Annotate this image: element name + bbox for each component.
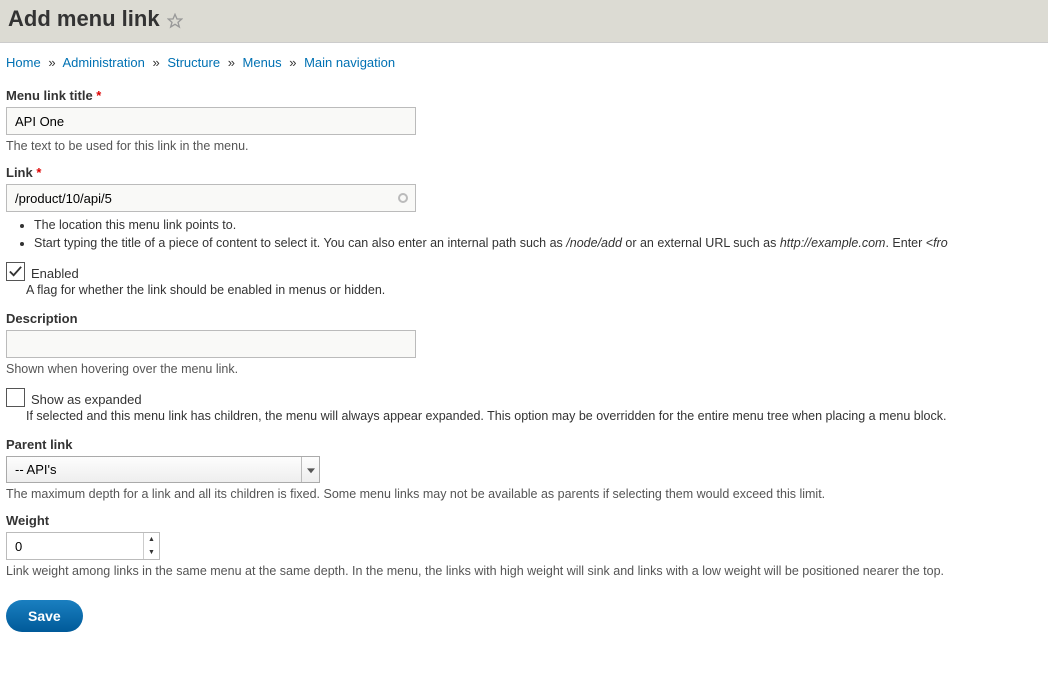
breadcrumb-sep: »	[48, 55, 55, 70]
header-bar: Add menu link	[0, 0, 1048, 43]
field-expanded: Show as expanded If selected and this me…	[6, 388, 1042, 423]
weight-help: Link weight among links in the same menu…	[6, 564, 1042, 578]
breadcrumb-administration[interactable]: Administration	[62, 55, 144, 70]
enabled-checkbox[interactable]	[6, 262, 25, 281]
link-help-item: The location this menu link points to.	[34, 218, 1042, 232]
field-description: Description Shown when hovering over the…	[6, 311, 1042, 376]
weight-label: Weight	[6, 513, 1042, 528]
field-link: Link * The location this menu link point…	[6, 165, 1042, 250]
breadcrumb-home[interactable]: Home	[6, 55, 41, 70]
menu-link-title-label: Menu link title *	[6, 88, 1042, 103]
spinner-up-icon[interactable]: ▲	[144, 533, 159, 546]
weight-input[interactable]	[6, 532, 160, 560]
breadcrumb-sep: »	[152, 55, 159, 70]
breadcrumb-sep: »	[228, 55, 235, 70]
link-label: Link *	[6, 165, 1042, 180]
link-help-item: Start typing the title of a piece of con…	[34, 236, 1042, 250]
help-text: . Enter	[885, 236, 925, 250]
parent-link-select[interactable]: -- API's	[6, 456, 320, 483]
field-parent-link: Parent link -- API's The maximum depth f…	[6, 437, 1042, 501]
content-region: Home » Administration » Structure » Menu…	[0, 43, 1048, 644]
menu-link-title-help: The text to be used for this link in the…	[6, 139, 1042, 153]
parent-link-help: The maximum depth for a link and all its…	[6, 487, 1042, 501]
expanded-label: Show as expanded	[31, 392, 142, 407]
save-button[interactable]: Save	[6, 600, 83, 632]
enabled-help: A flag for whether the link should be en…	[26, 283, 1042, 297]
link-help-list: The location this menu link points to. S…	[34, 218, 1042, 250]
description-input[interactable]	[6, 330, 416, 358]
help-text: or an external URL such as	[622, 236, 780, 250]
menu-link-title-input[interactable]	[6, 107, 416, 135]
breadcrumb: Home » Administration » Structure » Menu…	[6, 55, 1042, 70]
label-text: Menu link title	[6, 88, 93, 103]
number-spinner: ▲ ▼	[143, 533, 159, 559]
link-input[interactable]	[6, 184, 416, 212]
breadcrumb-structure[interactable]: Structure	[167, 55, 220, 70]
help-em: http://example.com	[780, 236, 886, 250]
breadcrumb-sep: »	[289, 55, 296, 70]
field-weight: Weight ▲ ▼ Link weight among links in th…	[6, 513, 1042, 578]
page-title: Add menu link	[8, 6, 160, 32]
autocomplete-throbber-icon	[398, 193, 408, 203]
breadcrumb-menus[interactable]: Menus	[243, 55, 282, 70]
help-em: <fro	[926, 236, 948, 250]
expanded-help: If selected and this menu link has child…	[26, 409, 1042, 423]
enabled-label: Enabled	[31, 266, 79, 281]
help-em: /node/add	[566, 236, 622, 250]
breadcrumb-main-navigation[interactable]: Main navigation	[304, 55, 395, 70]
description-help: Shown when hovering over the menu link.	[6, 362, 1042, 376]
label-text: Link	[6, 165, 33, 180]
required-marker: *	[96, 88, 101, 103]
favorite-star-icon[interactable]	[167, 13, 183, 32]
spinner-down-icon[interactable]: ▼	[144, 546, 159, 559]
field-menu-link-title: Menu link title * The text to be used fo…	[6, 88, 1042, 153]
required-marker: *	[36, 165, 41, 180]
parent-link-label: Parent link	[6, 437, 1042, 452]
field-enabled: Enabled A flag for whether the link shou…	[6, 262, 1042, 297]
help-text: Start typing the title of a piece of con…	[34, 236, 566, 250]
description-label: Description	[6, 311, 1042, 326]
expanded-checkbox[interactable]	[6, 388, 25, 407]
